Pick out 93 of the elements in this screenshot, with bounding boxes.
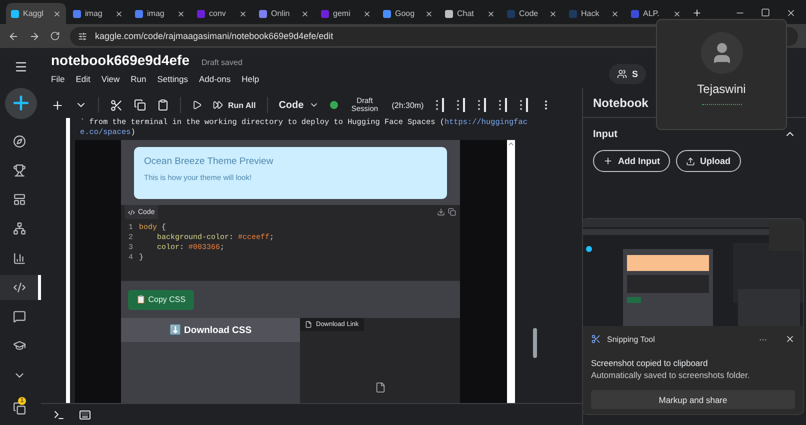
share-button[interactable]: S <box>608 64 646 84</box>
avatar-icon <box>700 32 742 74</box>
close-icon[interactable] <box>239 10 247 18</box>
app-name: Snipping Tool <box>607 334 655 344</box>
browser-tab[interactable]: gemi <box>316 3 376 24</box>
paste-icon[interactable] <box>157 99 169 111</box>
browser-tab[interactable]: Chat <box>440 3 500 24</box>
menu-item[interactable]: View <box>101 74 120 84</box>
cell-type-dropdown[interactable]: Code <box>278 100 319 110</box>
browser-tab[interactable]: Hack <box>564 3 624 24</box>
preview-title: Ocean Breeze Theme Preview <box>144 156 274 167</box>
menu-item[interactable]: Settings <box>157 74 188 84</box>
browser-tab[interactable]: imag <box>68 3 128 24</box>
section-title: Input <box>593 128 618 140</box>
notebook-title[interactable]: notebook669e9d4efe <box>51 52 190 68</box>
upload-button[interactable]: Upload <box>676 150 740 172</box>
reload-icon[interactable] <box>50 31 60 41</box>
back-icon[interactable] <box>8 30 19 42</box>
trophy-icon <box>12 164 26 177</box>
add-cell-icon[interactable] <box>51 98 64 112</box>
menu-item[interactable]: Help <box>242 74 260 84</box>
close-icon[interactable] <box>549 10 557 18</box>
close-icon[interactable] <box>177 10 185 18</box>
resource-meter-icon <box>476 97 487 113</box>
network-icon <box>12 222 26 236</box>
close-icon[interactable] <box>363 10 371 18</box>
scrollbar <box>533 328 537 358</box>
save-status: Draft saved <box>202 58 242 67</box>
fast-forward-icon <box>213 100 223 110</box>
sidebar-item[interactable] <box>0 274 41 300</box>
create-button[interactable] <box>4 88 36 119</box>
copy-css-button[interactable]: 📋 Copy CSS <box>128 290 194 310</box>
scroll-up-icon[interactable] <box>507 140 515 148</box>
browser-tab[interactable]: imag <box>130 3 190 24</box>
new-tab-icon[interactable] <box>692 8 702 18</box>
copy-icon[interactable] <box>134 99 146 111</box>
resource-meter-icon <box>434 97 445 113</box>
forward-icon[interactable] <box>29 30 40 42</box>
browser-tab[interactable]: Code <box>502 3 562 24</box>
code-icon <box>128 208 135 216</box>
comment-icon <box>12 310 26 324</box>
cut-icon[interactable] <box>110 98 123 112</box>
resource-meter-icon <box>498 97 508 113</box>
close-icon[interactable] <box>487 10 495 18</box>
file-icon <box>374 382 386 393</box>
markup-and-share-button[interactable]: Markup and share <box>591 390 795 409</box>
close-icon[interactable] <box>301 10 309 18</box>
loading-indicator <box>702 104 742 105</box>
keyboard-icon[interactable] <box>79 408 91 420</box>
people-icon <box>616 69 627 79</box>
more-button[interactable]: ··· <box>759 334 767 344</box>
site-settings-icon[interactable] <box>78 32 87 40</box>
compass-icon <box>12 134 26 148</box>
code-icon <box>12 280 26 294</box>
browser-tab[interactable]: conv <box>192 3 252 24</box>
menu-item[interactable]: Add-ons <box>198 74 231 84</box>
toast-title: Screenshot copied to clipboard <box>591 358 709 368</box>
menu-item[interactable]: Edit <box>76 74 90 84</box>
table-icon <box>12 193 26 206</box>
plus-icon <box>603 156 613 166</box>
menu-item[interactable]: Run <box>130 74 146 84</box>
close-icon[interactable] <box>673 10 681 18</box>
close-icon[interactable] <box>611 10 619 18</box>
bar-chart-icon <box>12 252 26 265</box>
add-input-button[interactable]: Add Input <box>593 150 670 172</box>
run-icon[interactable] <box>192 100 202 110</box>
copy-icon[interactable] <box>448 208 456 216</box>
download-icon[interactable] <box>437 208 445 216</box>
url-text: kaggle.com/code/rajmaagasimani/notebook669e9d4efe/edit <box>95 31 334 41</box>
close-icon[interactable] <box>115 10 123 18</box>
terminal-icon[interactable] <box>53 408 65 420</box>
browser-tab[interactable]: Kaggl <box>6 3 66 24</box>
file-icon <box>305 321 312 328</box>
close-icon[interactable] <box>785 334 795 344</box>
menu-icon[interactable] <box>14 60 28 74</box>
snipping-tool-icon <box>591 334 601 344</box>
menu-item[interactable]: File <box>51 74 65 84</box>
copy-icon <box>12 402 26 415</box>
download-css-button[interactable]: ⬇ Download CSS <box>121 318 300 342</box>
close-icon[interactable] <box>786 8 796 18</box>
resource-meter-icon <box>456 97 466 113</box>
upload-icon <box>686 156 695 166</box>
restore-icon[interactable] <box>761 8 770 17</box>
toast-message: Automatically saved to screenshots folder. <box>591 370 751 380</box>
browser-tab[interactable]: Onlin <box>254 3 314 24</box>
browser-tab[interactable]: Goog <box>378 3 438 24</box>
session-timer: (2h:30m) <box>392 100 424 110</box>
resource-meter-icon <box>518 97 529 113</box>
browser-tab[interactable]: ALP. <box>626 3 686 24</box>
run-all-button[interactable]: Run All <box>213 100 256 110</box>
close-icon[interactable] <box>53 10 61 18</box>
graduation-cap-icon <box>12 339 26 352</box>
close-icon[interactable] <box>425 10 433 18</box>
